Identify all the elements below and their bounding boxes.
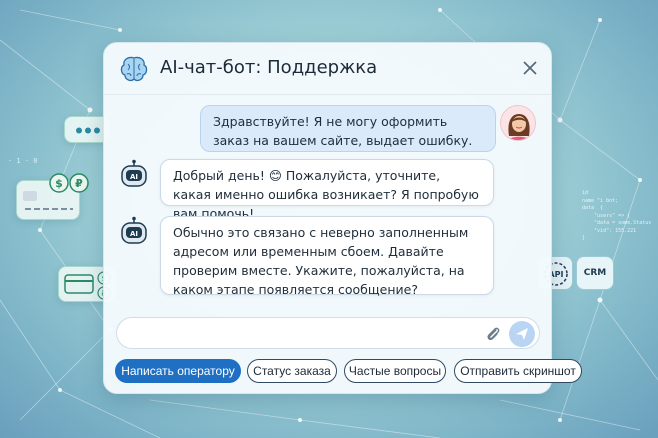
binary-decoration: · 1 · 0: [8, 157, 38, 165]
bot-avatar: AI: [121, 159, 147, 187]
paperclip-icon[interactable]: [483, 324, 503, 344]
bot-avatar-label: AI: [130, 230, 138, 238]
close-icon[interactable]: [521, 59, 539, 77]
coins-icon: $ ₽: [49, 173, 89, 193]
message-input-box: [116, 317, 540, 349]
send-screenshot-button[interactable]: Отправить скриншот: [454, 359, 582, 383]
bot-message: Добрый день! 😊 Пожалуйста, уточните, как…: [160, 159, 494, 221]
chat-window: AI-чат-бот: Поддержка Здравствуйте! Я не…: [103, 42, 582, 394]
user-avatar-icon: [508, 114, 530, 140]
user-message: Здравствуйте! Я не могу оформить заказ н…: [200, 105, 496, 152]
message-input[interactable]: [129, 324, 469, 344]
crm-badge: CRM: [576, 256, 614, 290]
coin-ruble-label: ₽: [75, 177, 83, 190]
brain-icon: [120, 56, 148, 82]
order-status-button[interactable]: Статус заказа: [247, 359, 337, 383]
code-snippet-decoration: id name "i bot; data { "users" => { "dat…: [582, 190, 652, 241]
bot-message: Обычно это связано с неверно заполненным…: [160, 216, 494, 297]
coin-dollar-label: $: [55, 177, 63, 190]
faq-button[interactable]: Частые вопросы: [344, 359, 446, 383]
send-icon: [516, 328, 528, 340]
chat-title: AI-чат-бот: Поддержка: [160, 57, 378, 78]
user-avatar: [500, 105, 536, 141]
chat-header: AI-чат-бот: Поддержка: [104, 43, 551, 95]
bot-avatar: AI: [121, 216, 147, 244]
send-button[interactable]: [509, 321, 535, 347]
bot-avatar-label: AI: [130, 173, 138, 181]
write-operator-button[interactable]: Написать оператору: [115, 359, 241, 383]
